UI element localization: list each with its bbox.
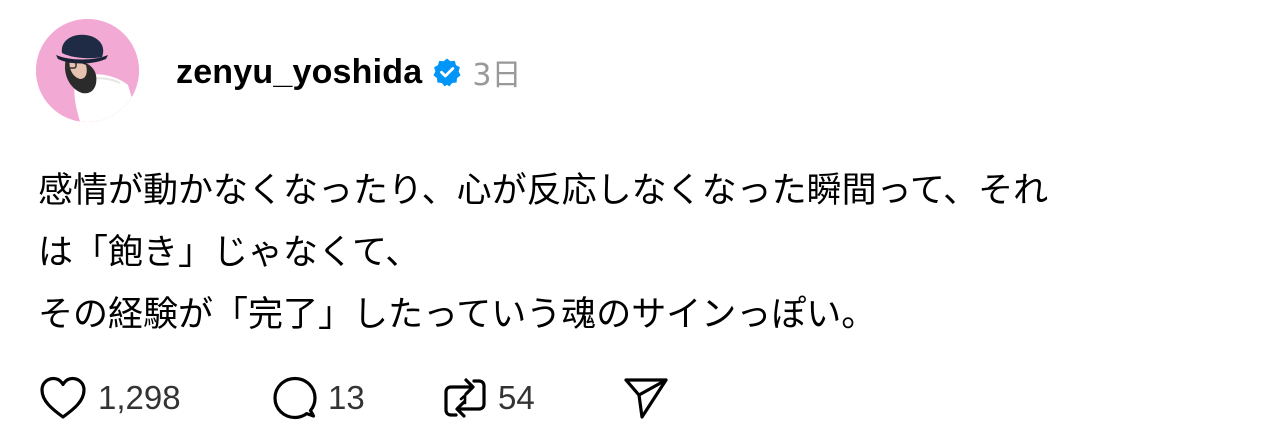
- username-link[interactable]: zenyu_yoshida: [176, 53, 422, 92]
- send-icon: [622, 375, 670, 421]
- avatar[interactable]: [36, 19, 139, 122]
- share-button[interactable]: [622, 375, 670, 421]
- avatar-image: [36, 19, 139, 122]
- thread-post: zenyu_yoshida 3日 感情が動かなくなったり、心が反応しなくなった瞬…: [0, 0, 1280, 447]
- verified-badge-icon: [432, 57, 462, 87]
- repost-button[interactable]: 54: [442, 375, 572, 421]
- post-text-line: 感情が動かなくなったり、心が反応しなくなった瞬間って、それ: [38, 171, 1049, 211]
- post-text-line: は「飽き」じゃなくて、: [38, 233, 421, 273]
- comment-icon: [272, 375, 318, 421]
- like-count: 1,298: [98, 379, 181, 416]
- post-timestamp[interactable]: 3日: [472, 50, 521, 94]
- repost-count: 54: [498, 379, 535, 416]
- reply-count: 13: [328, 379, 365, 416]
- post-text-line: その経験が「完了」したっていう魂のサインっぽい。: [38, 295, 877, 335]
- like-button[interactable]: 1,298: [38, 375, 218, 421]
- repost-icon: [442, 375, 488, 421]
- post-actions: 1,298 13 54: [38, 372, 670, 424]
- post-body: 感情が動かなくなったり、心が反応しなくなった瞬間って、それ は「飽き」じゃなくて…: [38, 160, 1268, 346]
- heart-icon: [38, 375, 88, 421]
- post-header: zenyu_yoshida 3日: [176, 50, 521, 94]
- reply-button[interactable]: 13: [272, 375, 392, 421]
